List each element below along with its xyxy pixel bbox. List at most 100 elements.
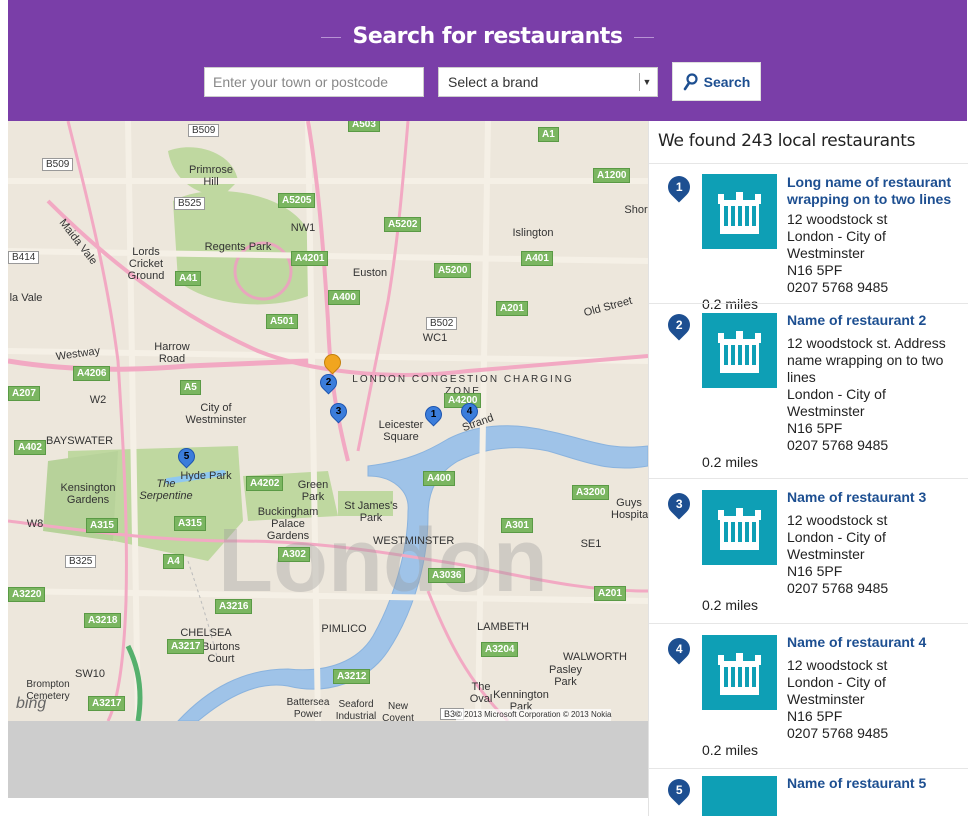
result-number-badge: 5: [663, 774, 695, 806]
result-number-badge: 4: [663, 633, 695, 665]
road-a3217: A3217: [167, 639, 205, 654]
map-label-primrose-hill: Primrose Hill: [188, 164, 233, 188]
restaurant-name-link[interactable]: Name of restaurant 5: [787, 775, 959, 792]
result-item-3[interactable]: 3 Name of restaurant 3 12 woodstock st L…: [649, 479, 968, 624]
page-title-row: Search for restaurants: [8, 24, 967, 49]
distance: 0.2 miles: [702, 597, 759, 613]
map-label-new-covent: New Covent: [382, 701, 414, 721]
results-panel[interactable]: We found 243 local restaurants 1 Long na…: [648, 121, 968, 816]
map-copyright: © 2013 Microsoft Corporation © 2013 Noki…: [456, 709, 612, 721]
road-a1200: A1200: [593, 168, 631, 183]
address-line: Westminster: [787, 403, 865, 419]
restaurant-building-icon[interactable]: [702, 313, 777, 388]
map-label-guys-hospital: Guys Hospital: [611, 497, 648, 521]
address-line: London - City of: [787, 386, 886, 402]
restaurant-name-link[interactable]: Name of restaurant 3: [787, 489, 959, 506]
road-a3217-south: A3217: [88, 696, 126, 711]
address-postcode: N16 5PF: [787, 420, 843, 436]
map-label-pimlico: PIMLICO: [321, 623, 367, 635]
road-a4201: A4201: [291, 251, 329, 266]
title-rule-left: [320, 36, 341, 38]
map-footer-area: [8, 721, 648, 798]
brand-select[interactable]: Select a brand ▼: [438, 67, 658, 97]
restaurant-building-icon[interactable]: [702, 174, 777, 249]
address-line: 12 woodstock st: [787, 657, 888, 673]
restaurant-building-icon[interactable]: [702, 635, 777, 710]
result-number-badge: 1: [663, 171, 695, 203]
distance: 0.2 miles: [702, 454, 759, 470]
road-b525: B525: [174, 197, 206, 210]
restaurant-building-icon[interactable]: [702, 490, 777, 565]
result-number-badge: 3: [663, 488, 695, 520]
restaurant-building-icon[interactable]: [702, 776, 777, 816]
result-item-4[interactable]: 4 Name of restaurant 4 12 woodstock st L…: [649, 624, 968, 769]
address-postcode: N16 5PF: [787, 563, 843, 579]
road-a4206: A4206: [73, 366, 111, 381]
address-line: Westminster: [787, 546, 865, 562]
map-label-leicester-square: Leicester Square: [378, 419, 424, 443]
road-a302: A302: [278, 547, 310, 562]
page-title: Search for restaurants: [352, 24, 623, 49]
road-a41: A41: [175, 271, 202, 286]
search-button-label: Search: [703, 73, 751, 90]
restaurant-name-link[interactable]: Name of restaurant 2: [787, 312, 959, 329]
road-a315: A315: [174, 516, 206, 531]
map-label-harrow-road: Harrow Road: [154, 341, 190, 365]
address-line: London - City of: [787, 529, 886, 545]
road-b509-west: B509: [42, 158, 74, 171]
map-label-w8: W8: [26, 518, 44, 530]
map-label-city-of-westminster: City of Westminster: [185, 402, 247, 426]
map-label-serpentine: The Serpentine: [139, 478, 193, 502]
road-a401: A401: [521, 251, 553, 266]
road-a3218: A3218: [84, 613, 122, 628]
address-line: 12 woodstock st: [787, 211, 888, 227]
road-a400: A400: [328, 290, 360, 305]
distance: 0.2 miles: [702, 742, 759, 758]
address-line: London - City of: [787, 674, 886, 690]
road-b414: B414: [8, 251, 40, 264]
results-count: We found 243 local restaurants: [649, 121, 968, 164]
road-a5202: A5202: [384, 217, 422, 232]
road-a201-south: A201: [594, 586, 626, 601]
road-a503: A503: [348, 121, 380, 132]
address-phone: 0207 5768 9485: [787, 725, 889, 741]
map-label-se1: SE1: [580, 538, 602, 550]
location-search-input[interactable]: [204, 67, 424, 97]
road-b509: B509: [188, 124, 220, 137]
road-a5205: A5205: [278, 193, 316, 208]
map[interactable]: London Primrose Hill Regents Park NW1 Is…: [8, 121, 648, 721]
result-item-2[interactable]: 2 Name of restaurant 2 12 woodstock st. …: [649, 303, 968, 479]
result-item-5[interactable]: 5 Name of restaurant 5: [649, 769, 968, 816]
map-label-st-james-park: St James's Park: [344, 500, 398, 524]
map-label-chelsea: CHELSEA: [180, 627, 232, 639]
address-phone: 0207 5768 9485: [787, 437, 889, 453]
address-line: London - City of: [787, 228, 886, 244]
map-label-euston: Euston: [352, 267, 388, 279]
map-label-lambeth: LAMBETH: [477, 621, 529, 633]
road-a3220: A3220: [8, 587, 46, 602]
road-b325: B325: [65, 555, 97, 568]
map-label-westminster: WESTMINSTER: [373, 535, 455, 547]
chevron-down-icon[interactable]: ▼: [639, 73, 654, 91]
restaurant-name-link[interactable]: Name of restaurant 4: [787, 634, 959, 651]
map-label-seaford: Seaford Industrial: [335, 699, 377, 721]
search-header: Search for restaurants Select a brand ▼ …: [8, 0, 967, 121]
address-line: 12 woodstock st. Address: [787, 335, 946, 351]
result-item-1[interactable]: 1 Long name of restaurant wrapping on to…: [649, 164, 968, 312]
map-label-walworth: WALWORTH: [563, 651, 627, 663]
brand-select-value: Select a brand: [448, 74, 539, 90]
restaurant-name-link[interactable]: Long name of restaurant wrapping on to t…: [787, 174, 959, 208]
address-line: name wrapping on to two: [787, 352, 944, 368]
title-rule-right: [634, 36, 655, 38]
map-label-w2: W2: [89, 394, 107, 406]
road-a4202: A4202: [246, 476, 284, 491]
road-a3204: A3204: [481, 642, 519, 657]
road-a301: A301: [501, 518, 533, 533]
road-a3212: A3212: [333, 669, 371, 684]
road-a207: A207: [8, 386, 40, 401]
search-button[interactable]: Search: [672, 62, 761, 101]
map-label-la-vale: la Vale: [9, 292, 43, 304]
map-label-green-park: Green Park: [297, 479, 329, 503]
road-a315-west: A315: [86, 518, 118, 533]
address-line: Westminster: [787, 245, 865, 261]
